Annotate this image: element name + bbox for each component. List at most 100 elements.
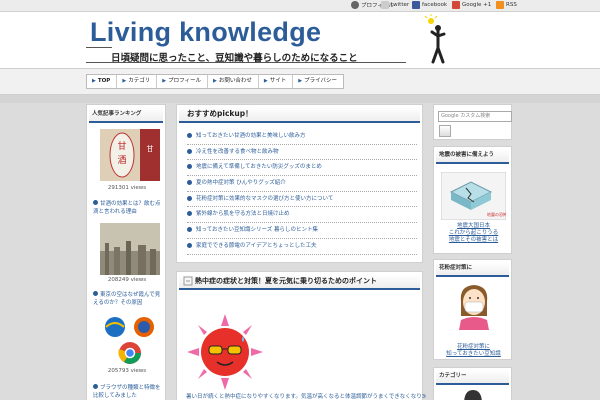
nav-item-label: お問い合わせ xyxy=(218,78,252,84)
bullet-icon xyxy=(187,164,192,170)
bullet-icon xyxy=(93,200,98,205)
nav-arrow-icon: ▶ xyxy=(162,78,167,84)
main-nav: ▶ TOP ▶ カテゴリ ▶ プロフィール ▶ お問い合わせ ▶ サイト ▶ プライバシー xyxy=(86,74,344,89)
pickup-item-label: 夏の熱中症対策 ひんやりグッズ紹介 xyxy=(196,180,286,187)
category-widget-heading: カテゴリー xyxy=(436,370,509,385)
article-title: 熱中症の症状と対策！夏を元気に乗り切るためのポイント xyxy=(195,277,377,285)
nav-item-top[interactable]: ▶ TOP xyxy=(87,75,118,88)
content-band xyxy=(0,95,600,103)
search-widget: Google カスタム検索 xyxy=(433,104,512,140)
facebook-link[interactable]: facebook xyxy=(412,1,447,9)
bullet-icon xyxy=(187,148,192,154)
hay-fever-caption-line: 知っておきたい豆知識 xyxy=(446,351,501,357)
hay-fever-widget-heading: 花粉症対策に xyxy=(436,262,509,277)
pickup-item-label: 地震に備えて準備しておきたい防災グッズのまとめ xyxy=(196,164,322,171)
pickup-item[interactable]: 紫外線から肌を守る方法と日焼け止め xyxy=(187,207,417,224)
twitter-icon xyxy=(381,1,389,9)
popular-post-link[interactable]: ブラウザの種類と特徴を比較してみました xyxy=(93,384,163,400)
pickup-box: おすすめpickup！ 知っておきたい甘酒の効果と美味しい飲み方 冷え性を改善す… xyxy=(176,104,423,263)
rss-link-label: RSS xyxy=(506,2,517,8)
tagline-rule xyxy=(86,62,406,63)
article-heading[interactable]: 熱中症の症状と対策！夏を元気に乗り切るためのポイント xyxy=(179,274,420,290)
earthquake-caption-line: これから起こりうる xyxy=(448,230,499,236)
bullet-icon xyxy=(187,227,192,233)
nav-item-privacy[interactable]: ▶ プライバシー xyxy=(293,75,343,88)
person-head-icon xyxy=(464,390,482,400)
hay-fever-caption-line: 花粉症対策に xyxy=(456,344,490,350)
amazake-thumbnail[interactable]: 甘 酒 甘 xyxy=(100,129,160,181)
article-box: 熱中症の症状と対策！夏を元気に乗り切るためのポイント xyxy=(176,271,423,400)
nav-arrow-icon: ▶ xyxy=(263,78,268,84)
nav-arrow-icon: ▶ xyxy=(298,78,303,84)
bullet-icon xyxy=(187,211,192,217)
nav-item-label: カテゴリ xyxy=(128,78,151,84)
rss-icon xyxy=(496,1,504,9)
facebook-icon xyxy=(412,1,420,9)
nav-wrapper: ▶ TOP ▶ カテゴリ ▶ プロフィール ▶ お問い合わせ ▶ サイト ▶ プライバシー xyxy=(0,69,600,95)
pickup-item-label: 冷え性を改善する食べ物と飲み物 xyxy=(196,148,279,155)
pickup-item[interactable]: 花粉症対策に効果的なマスクの選び方と使い方について xyxy=(187,192,417,208)
pickup-item[interactable]: 知っておきたい甘酒の効果と美味しい飲み方 xyxy=(187,129,417,145)
pickup-list: 知っておきたい甘酒の効果と美味しい飲み方 冷え性を改善する食べ物と飲み物 地震に… xyxy=(187,129,417,255)
earthquake-widget-heading: 地震の被害に備えよう xyxy=(436,149,509,164)
mask-woman-illustration[interactable] xyxy=(455,282,493,330)
bullet-icon xyxy=(187,180,192,186)
nav-item-label: TOP xyxy=(97,78,111,84)
google-plus-icon xyxy=(452,1,460,9)
pickup-item[interactable]: 地震に備えて準備しておきたい防災グッズのまとめ xyxy=(187,160,417,177)
twitter-link[interactable]: twitter xyxy=(381,1,409,9)
popular-post-link[interactable]: 東京の空はなぜ霞んで見えるのか？その原因 xyxy=(93,291,163,307)
bullet-icon xyxy=(93,291,98,296)
popular-post-title: ブラウザの種類と特徴を比較してみました xyxy=(93,385,161,399)
earthquake-caption-line: 地震とその被害とは xyxy=(448,237,499,243)
nav-item-site[interactable]: ▶ サイト xyxy=(259,75,294,88)
nav-item-label: プロフィール xyxy=(168,78,201,84)
facebook-link-label: facebook xyxy=(422,2,448,8)
pickup-item-label: 知っておきたい甘酒の効果と美味しい飲み方 xyxy=(196,133,306,139)
pickup-item[interactable]: 冷え性を改善する食べ物と飲み物 xyxy=(187,145,417,161)
post-views: 208249 views xyxy=(107,277,147,283)
pickup-item[interactable]: 夏の熱中症対策 ひんやりグッズ紹介 xyxy=(187,176,417,192)
svg-text:甘: 甘 xyxy=(117,140,126,152)
pickup-item[interactable]: 知っておきたい豆知識シリーズ 暮らしのヒント集 xyxy=(187,223,417,239)
tokyo-skyline-thumbnail[interactable] xyxy=(100,223,160,275)
nav-item-contact[interactable]: ▶ お問い合わせ xyxy=(208,75,259,88)
search-input[interactable]: Google カスタム検索 xyxy=(438,111,512,122)
svg-text:地震の恐怖: 地震の恐怖 xyxy=(487,211,506,217)
post-views: 205793 views xyxy=(107,368,147,374)
bullet-icon xyxy=(187,242,192,248)
pickup-heading: おすすめpickup！ xyxy=(179,107,420,123)
tagline-rule-left xyxy=(86,47,112,48)
earthquake-caption-line: 地震大国日本 xyxy=(456,223,490,229)
hay-fever-caption[interactable]: 花粉症対策に 知っておきたい豆知識 xyxy=(434,344,513,358)
category-widget: カテゴリー xyxy=(433,367,512,400)
top-social-bar: プロフィール twitter facebook Google +1 RSS xyxy=(0,0,600,12)
earthquake-caption[interactable]: 地震大国日本 これから起こりうる 地震とその被害とは xyxy=(434,223,513,244)
earthquake-image[interactable]: 地震の恐怖 xyxy=(441,172,506,220)
nav-arrow-icon: ▶ xyxy=(122,78,127,84)
site-logo[interactable]: Living knowledge xyxy=(90,17,321,48)
pickup-item-label: 花粉症対策に効果的なマスクの選び方と使い方について xyxy=(196,195,334,202)
mascot-figure-icon xyxy=(424,14,446,64)
nav-item-profile[interactable]: ▶ プロフィール xyxy=(157,75,208,88)
nav-item-category[interactable]: ▶ カテゴリ xyxy=(117,75,158,88)
google-plus-link[interactable]: Google +1 xyxy=(452,1,491,9)
search-button[interactable] xyxy=(439,125,451,137)
popular-post-link[interactable]: 甘酒の効果とは？飲む点滴と言われる理由 xyxy=(93,200,163,216)
pickup-item-label: 家庭でできる節電のアイデアとちょっとした工夫 xyxy=(196,242,317,249)
pickup-item[interactable]: 家庭でできる節電のアイデアとちょっとした工夫 xyxy=(187,239,417,255)
user-icon xyxy=(351,1,359,9)
rss-link[interactable]: RSS xyxy=(496,1,517,9)
nav-arrow-icon: ▶ xyxy=(212,78,217,84)
nav-item-label: プライバシー xyxy=(304,78,337,84)
popular-posts-heading: 人気記事ランキング xyxy=(89,107,163,123)
site-header: Living knowledge 日頃疑問に思ったこと、豆知識や暮らしのためにな… xyxy=(0,12,600,69)
browser-logos-thumbnail[interactable] xyxy=(100,315,160,367)
bullet-icon xyxy=(187,195,192,201)
pickup-item-label: 紫外線から肌を守る方法と日焼け止め xyxy=(196,211,290,218)
earthquake-widget: 地震の被害に備えよう 地震の恐怖 地震大国日本 これから起こりうる 地震とその被… xyxy=(433,146,512,254)
nav-arrow-icon: ▶ xyxy=(92,78,96,84)
hay-fever-widget: 花粉症対策に 花粉症対策に 知っておきたい豆知識 xyxy=(433,259,512,360)
google-plus-link-label: Google +1 xyxy=(462,2,492,8)
post-views: 291301 views xyxy=(107,185,147,191)
